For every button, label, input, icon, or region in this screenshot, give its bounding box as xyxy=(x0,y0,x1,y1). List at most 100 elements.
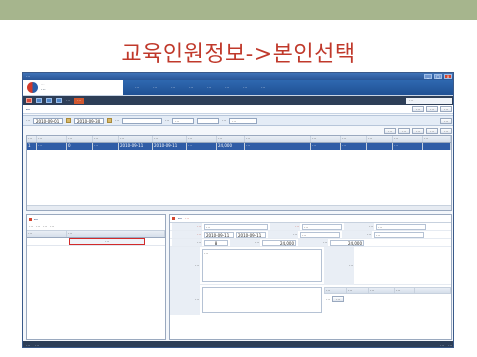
date-to-input[interactable]: 2010-09-30 xyxy=(74,117,104,124)
column-header[interactable]: ⋯ xyxy=(245,136,311,142)
delete-row-button[interactable]: ⋯ xyxy=(36,224,40,229)
column-header[interactable]: ⋯ xyxy=(153,136,187,142)
nav-item-8[interactable]: ⋯ xyxy=(261,85,265,90)
bullet-icon xyxy=(29,217,32,221)
horizontal-scrollbar[interactable] xyxy=(27,205,451,210)
nav-item-7[interactable]: ⋯ xyxy=(243,85,247,90)
edu-type-select[interactable]: ⋯ xyxy=(302,223,342,230)
grid-button-bar: ⋯ ⋯ ⋯ ⋯ ⋯ xyxy=(23,127,453,135)
nav-item-3[interactable]: ⋯ xyxy=(171,85,175,90)
column-header[interactable]: ⋯ xyxy=(369,288,395,293)
date-from-input[interactable]: 2010-09-01 xyxy=(33,117,63,124)
minimize-button[interactable]: _ xyxy=(424,74,432,79)
column-header[interactable]: ⋯ xyxy=(67,231,165,237)
forward-icon[interactable] xyxy=(56,98,62,103)
attach-file-button[interactable]: ⋯ xyxy=(332,296,344,302)
grid-header: ⋯ ⋯ ⋯ ⋯ ⋯ ⋯ ⋯ ⋯ ⋯ ⋯ ⋯ ⋯ ⋯ ⋯ xyxy=(27,136,451,143)
status-right-2: ⋯ xyxy=(448,342,452,348)
nav-item-5[interactable]: ⋯ xyxy=(207,85,211,90)
nav-item-6[interactable]: ⋯ xyxy=(225,85,229,90)
column-header[interactable]: ⋯ xyxy=(27,136,37,142)
nav-item-1[interactable]: ⋯ xyxy=(135,85,139,90)
course-name-field[interactable]: ⋯ xyxy=(204,223,268,230)
slide-header-band xyxy=(0,0,477,20)
grid-button-3[interactable]: ⋯ xyxy=(412,128,424,134)
page-button-1[interactable]: ⋯ xyxy=(412,106,424,112)
toolbar-pill[interactable]: ⋯ xyxy=(74,97,84,104)
page-button-3[interactable]: ⋯ xyxy=(440,106,452,112)
table-row[interactable]: ⋯ xyxy=(27,238,165,246)
column-header[interactable]: ⋯ xyxy=(347,288,369,293)
calendar-icon[interactable] xyxy=(66,118,71,123)
time-field[interactable]: 24,000 xyxy=(330,239,364,246)
grid-button-5[interactable]: ⋯ xyxy=(440,128,452,134)
cancel-button[interactable]: ⋯ xyxy=(43,224,47,229)
logo-name: ⋯ xyxy=(41,86,46,93)
logo[interactable]: ⋯ ⋯ xyxy=(23,82,123,93)
column-header[interactable]: ⋯ xyxy=(187,136,217,142)
org-field[interactable]: ⋯ xyxy=(376,223,426,230)
column-header[interactable]: ⋯ xyxy=(341,136,367,142)
detail-panel-title: ⋯ xyxy=(178,216,182,221)
maximize-button[interactable]: □ xyxy=(434,74,442,79)
table-row[interactable]: 1 ⋯ 0 ⋯ 2010-09-11 2010-09-11 ⋯ 24,000 ⋯… xyxy=(27,143,451,150)
name-input[interactable] xyxy=(122,117,162,124)
bullet-icon xyxy=(172,217,175,220)
page-button-2[interactable]: ⋯ xyxy=(426,106,438,112)
grid-button-1[interactable]: ⋯ xyxy=(384,128,396,134)
column-header[interactable]: ⋯ xyxy=(395,288,415,293)
grid-button-4[interactable]: ⋯ xyxy=(426,128,438,134)
grid-button-2[interactable]: ⋯ xyxy=(398,128,410,134)
type-label: ⋯ xyxy=(165,118,169,123)
page-titlebar: ⋯ ⋯ ⋯ ⋯ xyxy=(23,105,453,114)
menu-icon[interactable] xyxy=(26,98,32,103)
nav-item-4[interactable]: ⋯ xyxy=(189,85,193,90)
attendee-grid-header: ⋯ ⋯ xyxy=(27,231,165,238)
bulk-apply-button[interactable]: ⋯ xyxy=(50,224,54,229)
column-header[interactable]: ⋯ xyxy=(423,136,451,142)
column-header[interactable]: ⋯ xyxy=(325,288,347,293)
course-grid: ⋯ ⋯ ⋯ ⋯ ⋯ ⋯ ⋯ ⋯ ⋯ ⋯ ⋯ ⋯ ⋯ ⋯ 1 ⋯ 0 ⋯ 2010… xyxy=(26,135,452,211)
extra-field[interactable]: ⋯ xyxy=(374,231,424,238)
period-from-field[interactable]: 2010-09-11 xyxy=(204,231,234,238)
home-icon[interactable] xyxy=(36,98,42,103)
window-title: ⋯ xyxy=(26,74,30,79)
app-header: ⋯ ⋯ ⋯ ⋯ ⋯ ⋯ ⋯ ⋯ ⋯ ⋯ xyxy=(23,80,453,96)
name-label: ⋯ xyxy=(115,118,119,123)
search-bar: ⋯ 2010-09-01 2010-09-30 ⋯ ⋯ ⋯ ⋯ ⋯ ⋯ xyxy=(23,115,453,126)
etc-textarea[interactable] xyxy=(202,287,322,313)
column-header[interactable]: ⋯ xyxy=(367,136,393,142)
column-header[interactable]: ⋯ xyxy=(27,231,67,237)
column-header[interactable]: ⋯ xyxy=(67,136,93,142)
close-button[interactable]: x xyxy=(444,74,452,79)
attendee-panel: ⋯ ⋯ ⋯ ⋯ ⋯ ⋯ ⋯ ⋯ xyxy=(26,214,166,340)
period-label: ⋯ xyxy=(26,118,30,123)
back-icon[interactable] xyxy=(46,98,52,103)
content-textarea[interactable]: ⋯ xyxy=(202,249,322,282)
course-detail-panel: ⋯ ⋯ ⋯ ⋯ ⋯ ⋯ ⋯ ⋯ ⋯ 2010-09-11 2010-09-11 … xyxy=(169,214,452,340)
column-header[interactable]: ⋯ xyxy=(37,136,67,142)
selected-attendee-cell[interactable]: ⋯ xyxy=(69,238,145,245)
column-header[interactable]: ⋯ xyxy=(93,136,119,142)
column-header[interactable]: ⋯ xyxy=(217,136,245,142)
search-button[interactable]: ⋯ xyxy=(440,117,452,124)
status-bar: ⋯ ⋯ ⋯ ⋯ xyxy=(23,341,453,348)
status-left: ⋯ xyxy=(26,342,30,348)
hours-field[interactable]: 8 xyxy=(204,239,228,246)
add-row-button[interactable]: ⋯ xyxy=(29,224,33,229)
nav-item-2[interactable]: ⋯ xyxy=(153,85,157,90)
column-header[interactable]: ⋯ xyxy=(119,136,153,142)
status-select[interactable]: ⋯ xyxy=(229,117,257,124)
column-header[interactable]: ⋯ xyxy=(311,136,341,142)
column-header[interactable]: ⋯ xyxy=(393,136,423,142)
logo-mark-icon xyxy=(27,82,38,93)
app-window: ⋯ _ □ x ⋯ ⋯ ⋯ ⋯ ⋯ ⋯ ⋯ ⋯ ⋯ ⋯ ⋯ ⋯ ⋯ ⋯ ⋯ ⋯ … xyxy=(22,72,454,348)
period-to-field[interactable]: 2010-09-11 xyxy=(236,231,266,238)
keyword-input[interactable] xyxy=(197,117,219,124)
type-select[interactable]: ⋯ xyxy=(172,117,194,124)
calendar-icon[interactable] xyxy=(107,118,112,123)
toolbar-search-input[interactable]: ⋯ xyxy=(406,97,452,104)
place-field[interactable]: ⋯ xyxy=(300,231,340,238)
fee-field[interactable]: 24,000 xyxy=(262,239,296,246)
page-title: ⋯ xyxy=(26,106,30,112)
